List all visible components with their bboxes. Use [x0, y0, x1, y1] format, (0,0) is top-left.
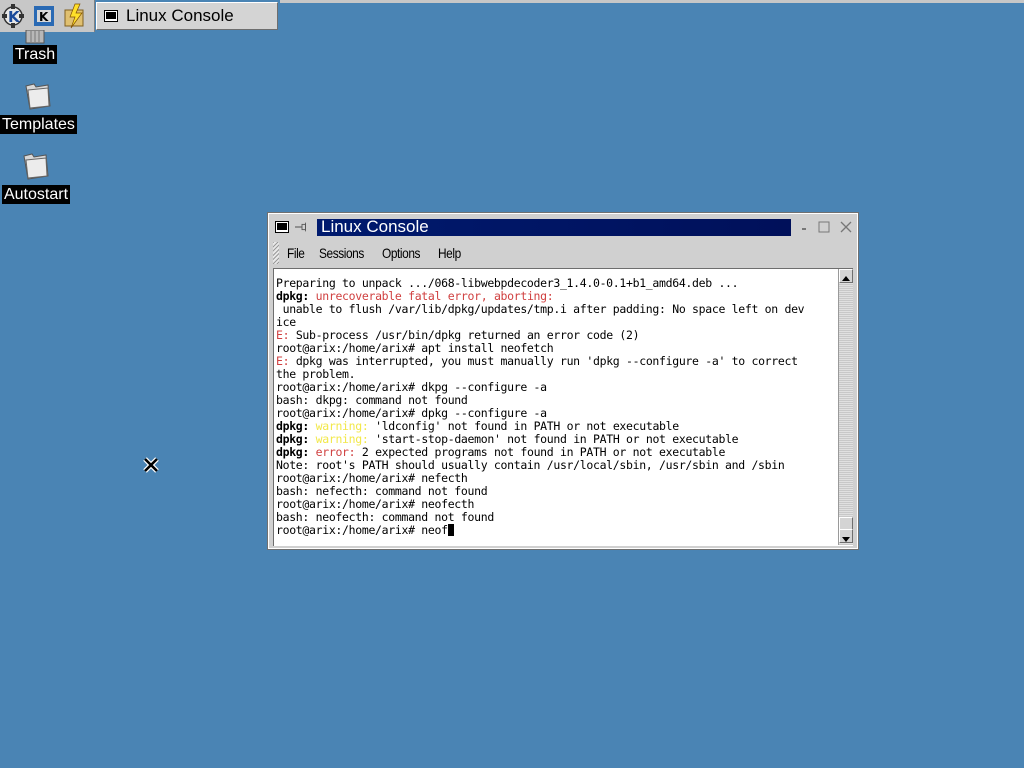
terminal-text: dpkg was interrupted, you must manually …	[289, 354, 798, 368]
konqueror-launcher[interactable]: K	[31, 2, 59, 30]
vertical-scrollbar[interactable]	[838, 269, 853, 545]
folder-icon	[25, 83, 51, 110]
svg-text:K: K	[8, 8, 21, 26]
kde-gear-icon: K	[2, 4, 24, 28]
folder-icon	[23, 153, 49, 180]
desktop-icon-label: Trash	[12, 45, 58, 64]
terminal-icon	[104, 10, 118, 22]
window-titlebar[interactable]: Linux Console	[271, 216, 855, 238]
menu-file[interactable]: File	[287, 245, 305, 261]
taskbar-task-linux-console[interactable]: Linux Console	[96, 2, 278, 30]
svg-text:K: K	[39, 10, 49, 24]
terminal-text: unrecoverable fatal error, aborting:	[315, 289, 554, 303]
terminal-text: ice	[276, 315, 296, 329]
terminal-text: Sub-process /usr/bin/dpkg returned an er…	[289, 328, 640, 342]
window-menu-button[interactable]	[275, 220, 289, 234]
menu-sessions[interactable]: Sessions	[319, 245, 364, 261]
terminal-line: unable to flush /var/lib/dpkg/updates/tm…	[276, 303, 838, 316]
konqueror-icon: K	[34, 6, 54, 26]
desktop-icon-trash[interactable]: Trash	[10, 30, 60, 64]
pin-icon	[295, 222, 306, 232]
window-title-area[interactable]: Linux Console	[317, 217, 791, 236]
konsole-window: Linux Console File Sessions Options Help…	[267, 212, 859, 550]
arrow-up-icon	[842, 276, 850, 281]
terminal-line: root@arix:/home/arix# neof	[276, 524, 838, 537]
terminal-text: E:	[276, 354, 290, 368]
menu-help[interactable]: Help	[438, 245, 461, 261]
terminal-text: dpkg:	[276, 445, 310, 459]
minimize-button[interactable]	[797, 220, 811, 234]
terminal-text: the problem.	[276, 367, 356, 381]
menu-options[interactable]: Options	[382, 245, 420, 261]
sticky-button[interactable]	[295, 220, 309, 234]
terminal-output[interactable]: Preparing to unpack .../068-libwebpdecod…	[276, 277, 838, 543]
maximize-icon	[818, 221, 830, 233]
scroll-up-button[interactable]	[839, 269, 853, 283]
taskbar-strip	[280, 0, 1024, 3]
terminal-text: 'start-stop-daemon' not found in PATH or…	[368, 432, 739, 446]
desktop-icon-label: Autostart	[1, 185, 71, 204]
terminal-text: root@arix:/home/arix# neof	[276, 523, 448, 537]
terminal-text: root@arix:/home/arix# dpkg --configure -…	[276, 406, 547, 420]
taskbar: K K Linux Console	[0, 0, 1024, 32]
menubar-grip[interactable]	[273, 242, 279, 264]
window-title: Linux Console	[321, 217, 429, 236]
scroll-down-button[interactable]	[839, 529, 853, 543]
terminal-text: bash: nefecth: command not found	[276, 484, 488, 498]
terminal-text: root@arix:/home/arix# nefecth	[276, 471, 468, 485]
maximize-button[interactable]	[817, 220, 831, 234]
x-cursor-icon	[143, 457, 159, 473]
desktop-icon-templates[interactable]: Templates	[0, 80, 77, 134]
minimize-icon	[802, 228, 806, 230]
terminal-text: root@arix:/home/arix# apt install neofet…	[276, 341, 554, 355]
kde-menu-button[interactable]: K	[1, 2, 29, 30]
terminal-text: Note: root's PATH should usually contain…	[276, 458, 785, 472]
close-button[interactable]	[839, 220, 853, 234]
close-icon	[840, 221, 852, 233]
desktop-icon-autostart[interactable]: Autostart	[0, 150, 72, 204]
terminal-text: bash: neofecth: command not found	[276, 510, 494, 524]
quick-browser-icon	[64, 3, 84, 29]
terminal-text: root@arix:/home/arix# dkpg --configure -…	[276, 380, 547, 394]
terminal-text: dpkg:	[276, 432, 310, 446]
menubar: File Sessions Options Help	[271, 240, 855, 266]
task-label: Linux Console	[126, 6, 234, 25]
quick-launcher[interactable]	[61, 2, 89, 30]
terminal-text: dpkg:	[276, 289, 310, 303]
terminal-text: 'ldconfig' not found in PATH or not exec…	[368, 419, 679, 433]
terminal-frame: Preparing to unpack .../068-libwebpdecod…	[273, 268, 853, 546]
desktop-icon-label: Templates	[0, 115, 77, 134]
terminal-cursor	[447, 524, 454, 536]
terminal-text: unable to flush /var/lib/dpkg/updates/tm…	[276, 302, 805, 316]
terminal-text: error:	[315, 445, 356, 459]
trash-icon	[25, 30, 45, 44]
window-menu-icon	[275, 221, 289, 233]
arrow-down-icon	[842, 537, 850, 542]
kicker-panel: K K	[0, 0, 95, 32]
terminal-text: warning:	[315, 419, 369, 433]
terminal-text: E:	[276, 328, 290, 342]
terminal-text: 2 expected programs not found in PATH or…	[355, 445, 726, 459]
terminal-text: root@arix:/home/arix# neofecth	[276, 497, 475, 511]
terminal-text: bash: dkpg: command not found	[276, 393, 468, 407]
terminal-text: dpkg:	[276, 419, 310, 433]
terminal-line: E: dpkg was interrupted, you must manual…	[276, 355, 838, 368]
terminal-text: warning:	[315, 432, 369, 446]
